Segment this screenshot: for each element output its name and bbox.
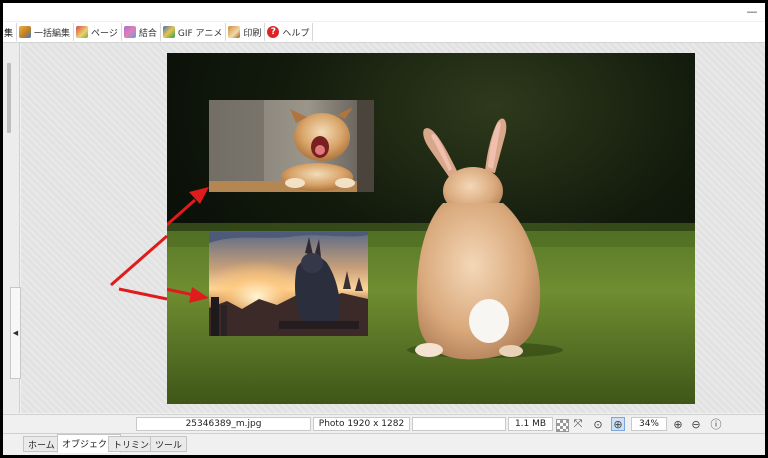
toolbar-item-gif-animation[interactable]: GIF アニメ [161, 23, 227, 41]
title-bar: — [3, 3, 765, 21]
toolbar-label: GIF アニメ [177, 28, 223, 39]
left-side-panel: ◀ [3, 43, 21, 413]
status-dimensions: Photo 1920 x 1282 [313, 417, 410, 431]
puppy-photo-overlay[interactable] [209, 100, 374, 192]
toolbar-item-page[interactable]: ページ [74, 23, 122, 41]
warrior-art-overlay[interactable] [209, 232, 368, 336]
toolbar-label: ヘルプ [282, 28, 310, 39]
toolbar-label: 印刷 [243, 28, 262, 39]
zoom-fit-icon[interactable]: ⊕ [611, 417, 625, 431]
tab-tools[interactable]: ツール [150, 436, 188, 452]
page-icon [76, 26, 89, 38]
join-icon [123, 26, 136, 38]
status-empty-field [412, 417, 506, 431]
status-filesize: 1.1 MB [508, 417, 553, 431]
status-zoom: 34% [631, 417, 667, 431]
info-icon[interactable]: ⓘ [709, 417, 723, 431]
toolbar-item-help[interactable]: ? ヘルプ [265, 23, 314, 41]
toolbar-label: 結合 [138, 28, 157, 39]
image-canvas[interactable] [167, 53, 695, 404]
bottom-tab-bar: ホーム オブジェクト トリミング ツール [3, 433, 765, 455]
annotation-arrow-tails [110, 234, 168, 301]
status-bar: 25346389_m.jpg Photo 1920 x 1282 1.1 MB … [3, 414, 765, 433]
toolbar-label: ページ [91, 28, 118, 39]
gif-animation-icon [162, 26, 175, 38]
status-filename: 25346389_m.jpg [136, 417, 311, 431]
minimize-button[interactable]: — [745, 4, 759, 18]
fit-screen-icon[interactable]: ⤧ [571, 417, 585, 431]
panel-scrollbar[interactable] [7, 63, 11, 133]
batch-edit-icon [19, 26, 32, 38]
toolbar-item-batch-edit[interactable]: 一括編集 [17, 23, 75, 41]
zoom-out-icon[interactable]: ⊖ [689, 417, 703, 431]
panel-collapse-button[interactable]: ◀ [10, 287, 21, 379]
print-icon [228, 26, 241, 38]
actual-size-icon[interactable]: ⊙ [591, 417, 605, 431]
checkerboard-icon[interactable] [556, 419, 569, 432]
app-window: — 集 一括編集 ページ 結合 GIF アニメ 印刷 ? ヘルプ ◀ 25346… [3, 3, 765, 455]
toolbar-item-print[interactable]: 印刷 [226, 23, 266, 41]
help-icon: ? [267, 26, 280, 38]
tab-home[interactable]: ホーム [23, 436, 60, 452]
toolbar-item-join[interactable]: 結合 [122, 23, 161, 41]
chevron-left-icon: ◀ [12, 329, 19, 337]
toolbar-label: 集 [4, 28, 14, 39]
zoom-in-icon[interactable]: ⊕ [671, 417, 685, 431]
toolbar-item-edit-partial[interactable]: 集 [3, 23, 18, 41]
main-toolbar: 集 一括編集 ページ 結合 GIF アニメ 印刷 ? ヘルプ [3, 22, 765, 43]
toolbar-label: 一括編集 [34, 28, 71, 39]
